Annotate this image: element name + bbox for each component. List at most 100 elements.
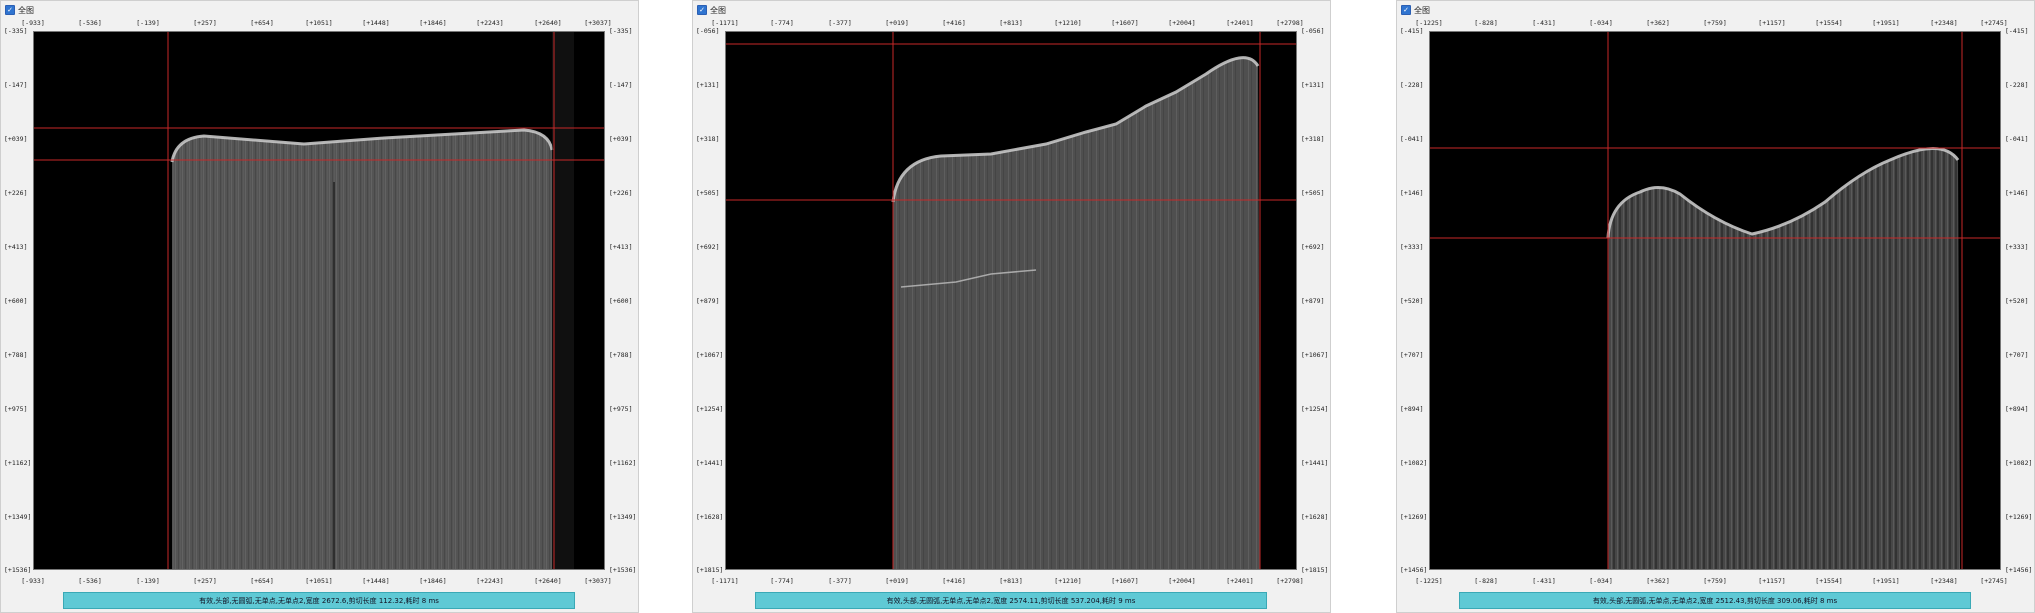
y-tick: [+1067] — [696, 351, 724, 359]
fullview-checkbox[interactable]: ✓ — [5, 5, 15, 15]
y-tick: [+975] — [609, 405, 633, 413]
fullview-checkbox[interactable]: ✓ — [697, 5, 707, 15]
x-tick: [+2243] — [476, 577, 504, 585]
x-tick: [-034] — [1589, 577, 1613, 585]
y-tick: [+318] — [1301, 135, 1325, 143]
x-tick: [+3037] — [584, 19, 612, 27]
y-tick: [+520] — [1400, 297, 1424, 305]
scan-image-view[interactable] — [33, 31, 605, 570]
panel-toolbar: ✓ 全图 — [5, 3, 34, 17]
y-tick: [-147] — [4, 81, 28, 89]
x-tick: [+2401] — [1226, 19, 1254, 27]
y-tick: [+1628] — [696, 513, 724, 521]
x-tick: [+813] — [999, 577, 1023, 585]
x-tick: [-774] — [770, 19, 794, 27]
y-tick: [+039] — [609, 135, 633, 143]
y-tick: [+226] — [4, 189, 28, 197]
scan-image — [1430, 32, 2000, 569]
y-tick: [+879] — [696, 297, 720, 305]
x-tick: [+1448] — [362, 19, 390, 27]
y-tick: [+413] — [4, 243, 28, 251]
x-tick: [+416] — [942, 577, 966, 585]
y-tick: [+1456] — [1400, 566, 1428, 574]
image-panel-3: ✓ 全图 [-1225] [-828] [-431] [-034] [+362]… — [1396, 0, 2035, 613]
x-tick: [+2640] — [534, 19, 562, 27]
x-tick: [+362] — [1646, 577, 1670, 585]
x-tick: [-933] — [21, 577, 45, 585]
y-tick: [+1441] — [1301, 459, 1329, 467]
y-tick: [+520] — [2005, 297, 2029, 305]
x-tick: [+1846] — [419, 577, 447, 585]
image-panel-1: ✓ 全图 [-933] [-536] [-139] [+257] [+654] … — [0, 0, 639, 613]
y-tick: [+131] — [696, 81, 720, 89]
x-tick: [-774] — [770, 577, 794, 585]
x-tick: [+019] — [885, 577, 909, 585]
panel-toolbar: ✓ 全图 — [697, 3, 726, 17]
scan-image — [34, 32, 604, 569]
x-tick: [+2798] — [1276, 577, 1304, 585]
fullview-checkbox-label: 全图 — [710, 5, 726, 15]
y-tick: [+692] — [1301, 243, 1325, 251]
x-tick: [-431] — [1532, 19, 1556, 27]
x-tick: [+2745] — [1980, 19, 2008, 27]
scan-body — [172, 130, 552, 569]
y-tick: [+413] — [609, 243, 633, 251]
fullview-checkbox[interactable]: ✓ — [1401, 5, 1411, 15]
y-tick: [+1254] — [696, 405, 724, 413]
x-tick: [-828] — [1474, 577, 1498, 585]
x-tick: [-1225] — [1415, 577, 1443, 585]
x-tick: [+2401] — [1226, 577, 1254, 585]
y-tick: [+600] — [4, 297, 28, 305]
x-tick: [-034] — [1589, 19, 1613, 27]
scan-image-view[interactable] — [1429, 31, 2001, 570]
panel-toolbar: ✓ 全图 — [1401, 3, 1430, 17]
x-tick: [+2640] — [534, 577, 562, 585]
x-tick: [+759] — [1703, 577, 1727, 585]
x-tick: [+813] — [999, 19, 1023, 27]
x-tick: [+1607] — [1111, 19, 1139, 27]
y-tick: [+1815] — [1301, 566, 1329, 574]
x-tick: [+2798] — [1276, 19, 1304, 27]
y-tick: [+318] — [696, 135, 720, 143]
status-bar: 有效,头部,无圆弧,无单点,无单点2,宽度 2672.6,剪切长度 112.32… — [63, 592, 575, 609]
x-tick: [-139] — [136, 19, 160, 27]
x-tick: [+2243] — [476, 19, 504, 27]
x-tick: [-933] — [21, 19, 45, 27]
status-bar: 有效,头部,无圆弧,无单点,无单点2,宽度 2574.11,剪切长度 537.2… — [755, 592, 1267, 609]
y-tick: [+1628] — [1301, 513, 1329, 521]
y-tick: [-415] — [2005, 27, 2029, 35]
x-tick: [+1554] — [1815, 577, 1843, 585]
status-bar: 有效,头部,无圆弧,无单点,无单点2,宽度 2512.43,剪切长度 309.0… — [1459, 592, 1971, 609]
x-tick: [+2004] — [1168, 19, 1196, 27]
y-tick: [+1441] — [696, 459, 724, 467]
y-tick: [+1082] — [2005, 459, 2033, 467]
scan-image-view[interactable] — [725, 31, 1297, 570]
y-tick: [-056] — [696, 27, 720, 35]
x-tick: [+654] — [250, 577, 274, 585]
y-tick: [+333] — [2005, 243, 2029, 251]
image-panel-2: ✓ 全图 [-1171] [-774] [-377] [+019] [+416]… — [692, 0, 1331, 613]
y-tick: [+1254] — [1301, 405, 1329, 413]
x-tick: [+1210] — [1054, 19, 1082, 27]
fullview-checkbox-label: 全图 — [18, 5, 34, 15]
fullview-checkbox-label: 全图 — [1414, 5, 1430, 15]
x-tick: [+759] — [1703, 19, 1727, 27]
y-tick: [+707] — [1400, 351, 1424, 359]
x-tick: [+019] — [885, 19, 909, 27]
scan-image — [726, 32, 1296, 569]
y-tick: [+333] — [1400, 243, 1424, 251]
y-tick: [+505] — [696, 189, 720, 197]
y-tick: [+1536] — [4, 566, 32, 574]
y-tick: [+894] — [2005, 405, 2029, 413]
y-tick: [+1162] — [609, 459, 637, 467]
x-tick: [+416] — [942, 19, 966, 27]
y-tick: [+146] — [1400, 189, 1424, 197]
y-tick: [-041] — [1400, 135, 1424, 143]
x-tick: [-377] — [828, 577, 852, 585]
x-tick: [+2004] — [1168, 577, 1196, 585]
x-tick: [+2348] — [1930, 19, 1958, 27]
x-tick: [-1225] — [1415, 19, 1443, 27]
y-tick: [+894] — [1400, 405, 1424, 413]
y-tick: [-147] — [609, 81, 633, 89]
x-tick: [+1210] — [1054, 577, 1082, 585]
